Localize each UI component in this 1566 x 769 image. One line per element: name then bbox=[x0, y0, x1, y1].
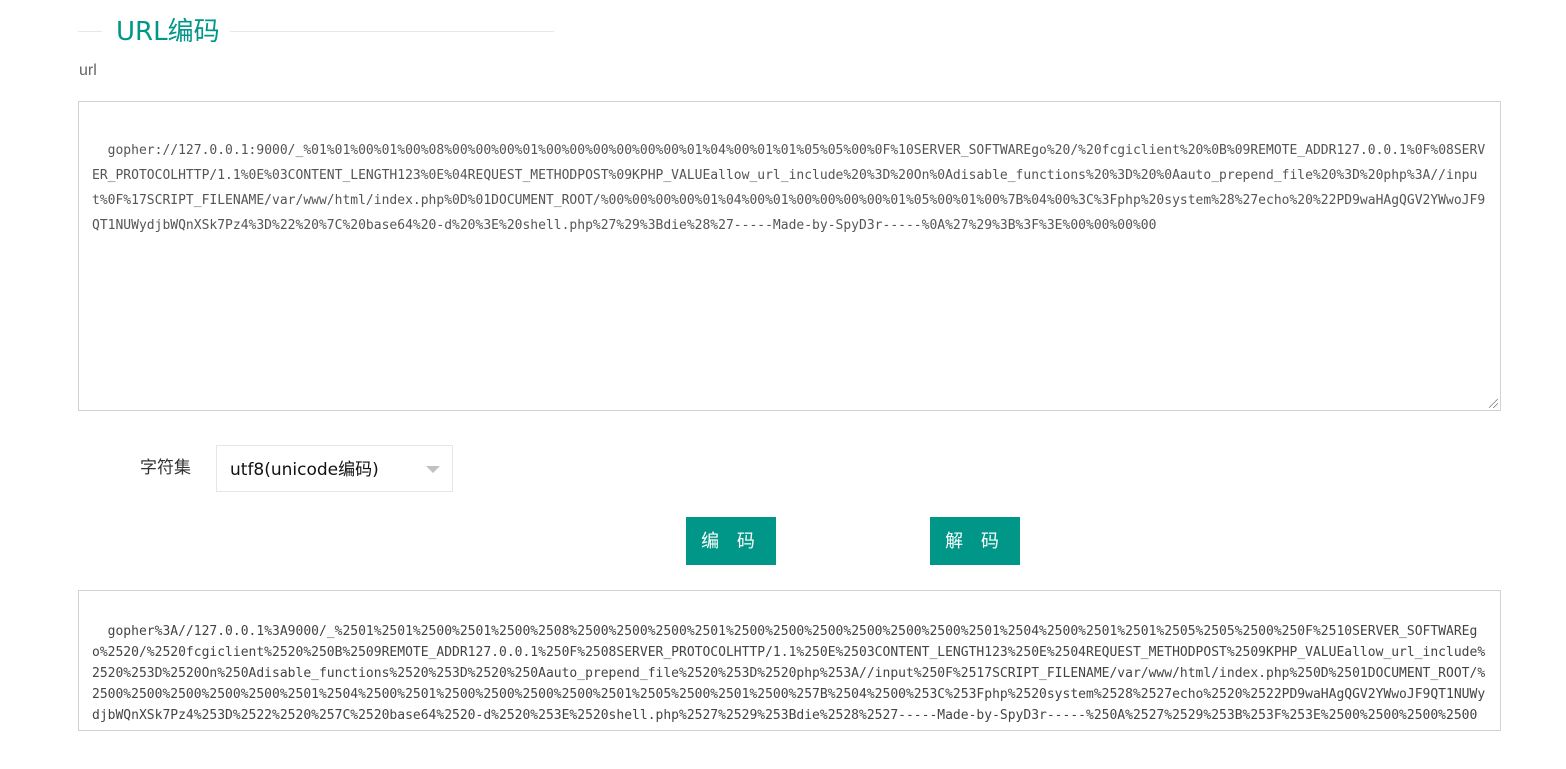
section-header: URL编码 bbox=[78, 14, 554, 50]
charset-label: 字符集 bbox=[140, 458, 191, 478]
url-input-text[interactable]: gopher://127.0.0.1:9000/_%01%01%00%01%00… bbox=[92, 143, 1485, 233]
decode-button[interactable]: 解 码 bbox=[930, 517, 1020, 565]
header-divider-left bbox=[78, 31, 102, 32]
chevron-down-icon[interactable] bbox=[426, 466, 440, 473]
header-divider-right bbox=[230, 31, 554, 32]
charset-selected-value[interactable]: utf8(unicode编码) bbox=[230, 459, 379, 481]
charset-select[interactable]: utf8(unicode编码) bbox=[216, 445, 453, 492]
section-title: URL编码 bbox=[116, 17, 220, 47]
encode-button[interactable]: 编 码 bbox=[686, 517, 776, 565]
result-output-textarea[interactable]: gopher%3A//127.0.0.1%3A9000/_%2501%2501%… bbox=[78, 590, 1501, 731]
url-input-textarea[interactable]: gopher://127.0.0.1:9000/_%01%01%00%01%00… bbox=[78, 101, 1501, 411]
resize-handle-icon[interactable] bbox=[1489, 399, 1498, 408]
url-label: url bbox=[79, 62, 97, 79]
result-output-text[interactable]: gopher%3A//127.0.0.1%3A9000/_%2501%2501%… bbox=[92, 624, 1485, 723]
